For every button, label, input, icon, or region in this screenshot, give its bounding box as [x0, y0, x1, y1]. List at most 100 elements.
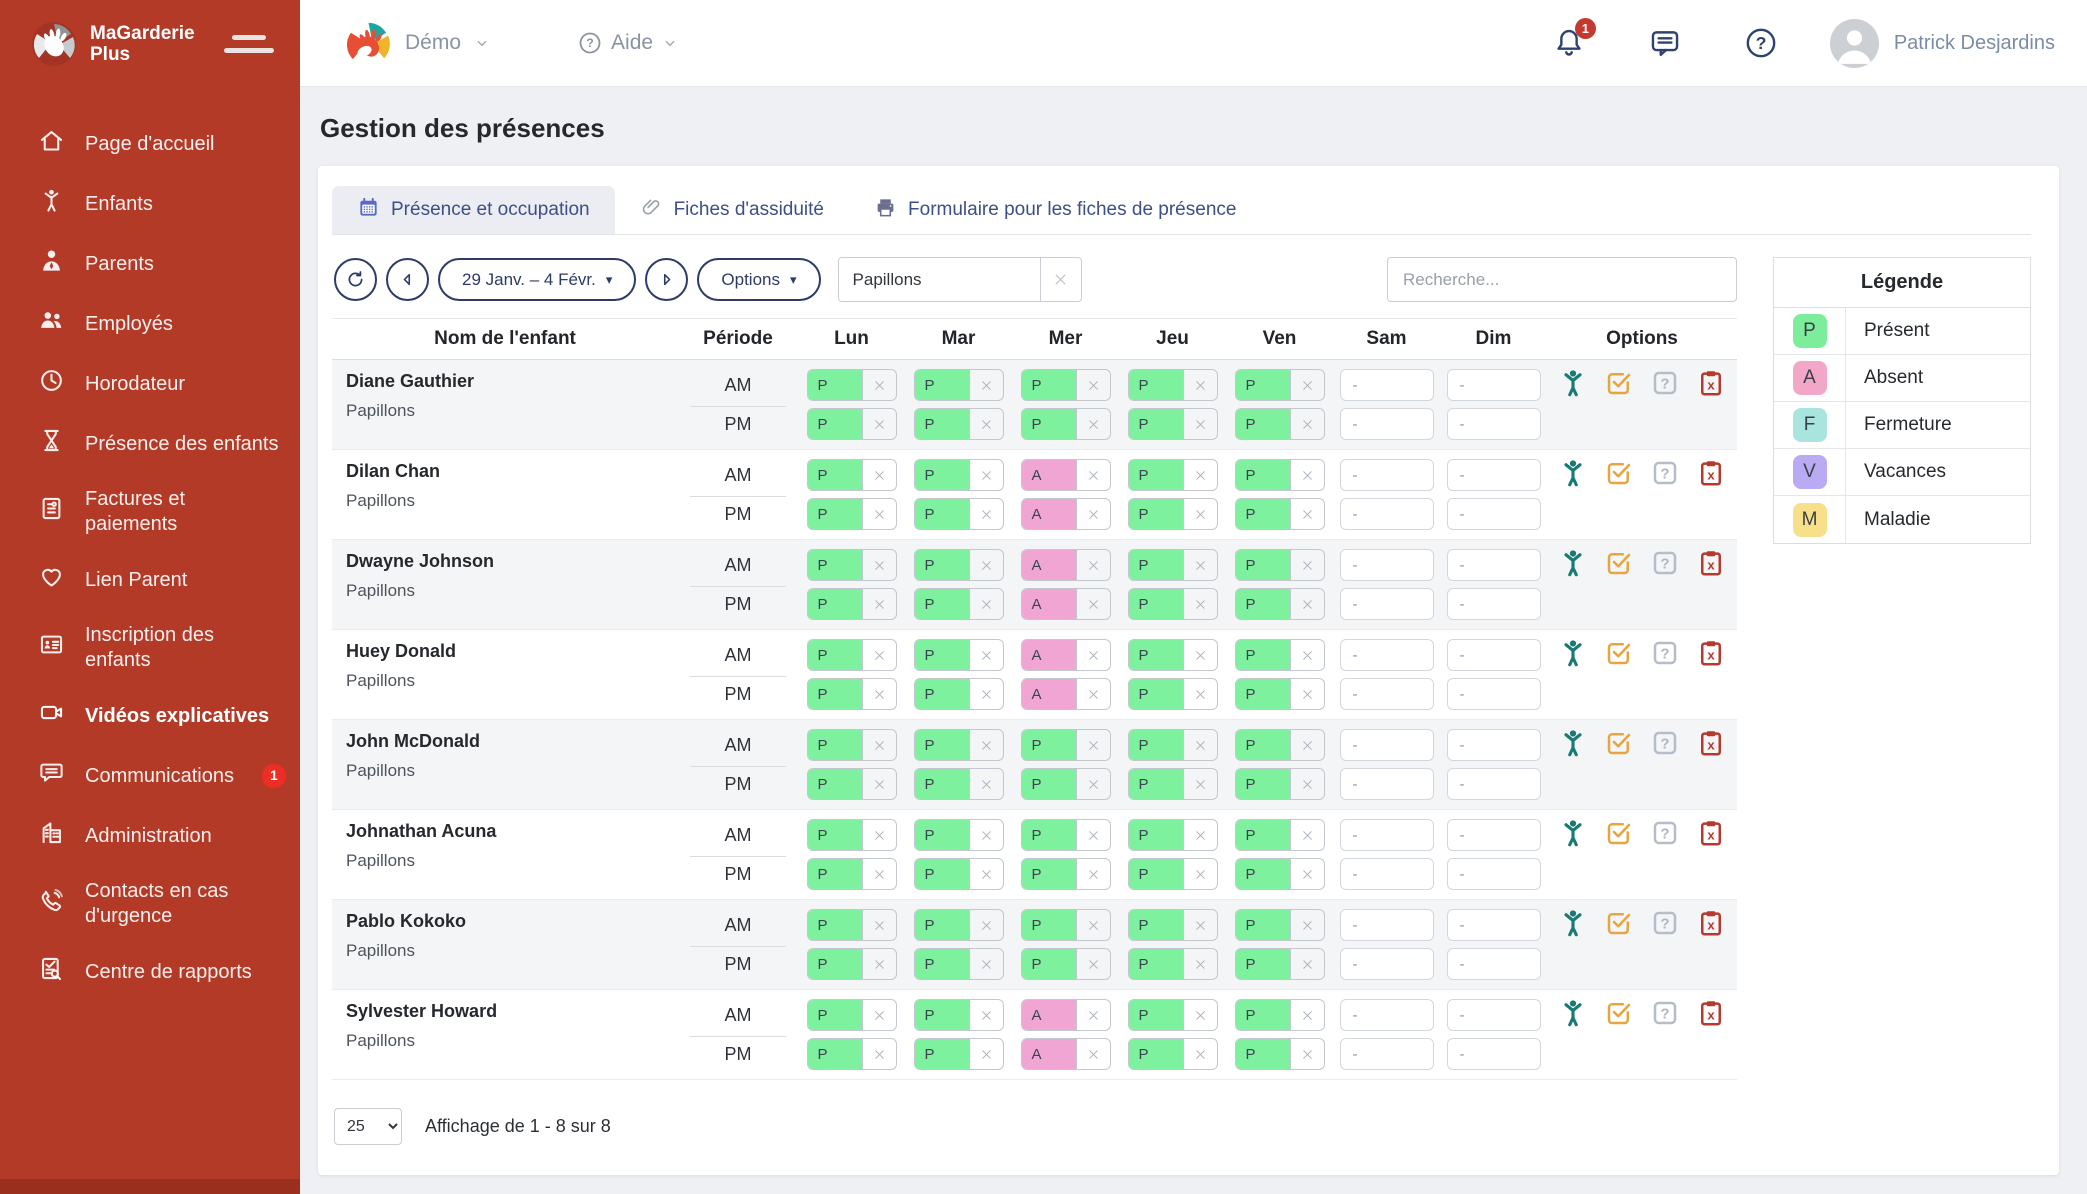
attendance-status-button[interactable]: P [1236, 499, 1290, 529]
clipboard-x-icon[interactable]: x [1696, 458, 1726, 493]
weekend-cell-sam-am[interactable]: - [1340, 909, 1434, 941]
clear-attendance-button[interactable] [969, 460, 1003, 490]
attendance-status-button[interactable]: P [808, 370, 862, 400]
sidebar-item-enfants[interactable]: Enfants [0, 174, 300, 234]
attendance-status-button[interactable]: P [808, 820, 862, 850]
clear-attendance-button[interactable] [1290, 370, 1324, 400]
clear-attendance-button[interactable] [1183, 1000, 1217, 1030]
clear-attendance-button[interactable] [1076, 1000, 1110, 1030]
weekend-cell-sam-pm[interactable]: - [1340, 858, 1434, 890]
weekend-cell-sam-am[interactable]: - [1340, 459, 1434, 491]
next-week-button[interactable] [645, 258, 688, 301]
clear-attendance-button[interactable] [1076, 730, 1110, 760]
attendance-status-button[interactable]: P [808, 949, 862, 979]
weekend-cell-dim-pm[interactable]: - [1447, 948, 1541, 980]
clear-attendance-button[interactable] [1290, 769, 1324, 799]
clear-attendance-button[interactable] [1076, 769, 1110, 799]
clear-attendance-button[interactable] [1183, 550, 1217, 580]
attendance-status-button[interactable]: P [1129, 499, 1183, 529]
attendance-status-button[interactable]: P [1022, 820, 1076, 850]
clipboard-x-icon[interactable]: x [1696, 548, 1726, 583]
weekend-cell-dim-pm[interactable]: - [1447, 588, 1541, 620]
sidebar-item-administration[interactable]: Administration [0, 806, 300, 866]
attendance-status-button[interactable]: P [915, 550, 969, 580]
checkbox-icon[interactable] [1604, 728, 1634, 763]
tab-fiches-d-assiduit[interactable]: Fiches d'assiduité [615, 186, 849, 234]
child-standing-icon[interactable] [1558, 368, 1588, 403]
weekend-cell-sam-am[interactable]: - [1340, 369, 1434, 401]
sidebar-item-parents[interactable]: Parents [0, 234, 300, 294]
attendance-status-button[interactable]: P [915, 460, 969, 490]
attendance-status-button[interactable]: A [1022, 550, 1076, 580]
attendance-status-button[interactable]: P [1236, 640, 1290, 670]
clear-attendance-button[interactable] [1183, 589, 1217, 619]
sidebar-item-horodateur[interactable]: Horodateur [0, 354, 300, 414]
checkbox-icon[interactable] [1604, 548, 1634, 583]
weekend-cell-dim-am[interactable]: - [1447, 999, 1541, 1031]
hamburger-menu-icon[interactable] [222, 29, 276, 59]
messages-icon[interactable] [1648, 26, 1682, 60]
attendance-status-button[interactable]: A [1022, 499, 1076, 529]
question-box-icon[interactable]: ? [1650, 818, 1680, 853]
checkbox-icon[interactable] [1604, 368, 1634, 403]
weekend-cell-sam-pm[interactable]: - [1340, 408, 1434, 440]
clipboard-x-icon[interactable]: x [1696, 728, 1726, 763]
attendance-status-button[interactable]: P [915, 820, 969, 850]
attendance-status-button[interactable]: A [1022, 679, 1076, 709]
clear-attendance-button[interactable] [862, 730, 896, 760]
attendance-status-button[interactable]: P [1022, 730, 1076, 760]
sidebar-item-vid-os-explicatives[interactable]: Vidéos explicatives [0, 686, 300, 746]
attendance-status-button[interactable]: P [1129, 679, 1183, 709]
clear-attendance-button[interactable] [1290, 640, 1324, 670]
clear-attendance-button[interactable] [1290, 949, 1324, 979]
clear-attendance-button[interactable] [1076, 499, 1110, 529]
clear-attendance-button[interactable] [969, 949, 1003, 979]
clear-attendance-button[interactable] [969, 769, 1003, 799]
clipboard-x-icon[interactable]: x [1696, 638, 1726, 673]
attendance-status-button[interactable]: P [808, 730, 862, 760]
clipboard-x-icon[interactable]: x [1696, 818, 1726, 853]
clear-attendance-button[interactable] [1183, 460, 1217, 490]
clear-attendance-button[interactable] [1183, 910, 1217, 940]
help-menu[interactable]: ? Aide [578, 31, 678, 55]
attendance-status-button[interactable]: P [808, 910, 862, 940]
clear-attendance-button[interactable] [969, 640, 1003, 670]
clipboard-x-icon[interactable]: x [1696, 368, 1726, 403]
attendance-status-button[interactable]: A [1022, 640, 1076, 670]
question-box-icon[interactable]: ? [1650, 368, 1680, 403]
weekend-cell-dim-am[interactable]: - [1447, 369, 1541, 401]
attendance-status-button[interactable]: A [1022, 1000, 1076, 1030]
clipboard-x-icon[interactable]: x [1696, 998, 1726, 1033]
weekend-cell-sam-pm[interactable]: - [1340, 768, 1434, 800]
attendance-status-button[interactable]: P [1236, 1000, 1290, 1030]
attendance-status-button[interactable]: P [915, 370, 969, 400]
clear-attendance-button[interactable] [1290, 679, 1324, 709]
clear-attendance-button[interactable] [862, 949, 896, 979]
attendance-status-button[interactable]: P [915, 910, 969, 940]
weekend-cell-dim-pm[interactable]: - [1447, 1038, 1541, 1070]
attendance-status-button[interactable]: P [1022, 949, 1076, 979]
attendance-status-button[interactable]: P [915, 1000, 969, 1030]
attendance-status-button[interactable]: P [915, 589, 969, 619]
weekend-cell-sam-pm[interactable]: - [1340, 1038, 1434, 1070]
attendance-status-button[interactable]: P [808, 499, 862, 529]
clear-attendance-button[interactable] [969, 499, 1003, 529]
question-box-icon[interactable]: ? [1650, 638, 1680, 673]
attendance-status-button[interactable]: P [1236, 679, 1290, 709]
previous-week-button[interactable] [386, 258, 429, 301]
weekend-cell-dim-am[interactable]: - [1447, 639, 1541, 671]
clear-attendance-button[interactable] [969, 730, 1003, 760]
attendance-status-button[interactable]: P [915, 1039, 969, 1069]
question-box-icon[interactable]: ? [1650, 728, 1680, 763]
attendance-status-button[interactable]: P [1236, 550, 1290, 580]
clear-attendance-button[interactable] [862, 769, 896, 799]
attendance-status-button[interactable]: A [1022, 1039, 1076, 1069]
sidebar-item-page-d-accueil[interactable]: Page d'accueil [0, 114, 300, 174]
clear-attendance-button[interactable] [862, 409, 896, 439]
attendance-status-button[interactable]: P [1236, 910, 1290, 940]
attendance-status-button[interactable]: P [1236, 820, 1290, 850]
clear-attendance-button[interactable] [862, 1039, 896, 1069]
tab-pr-sence-et-occupation[interactable]: Présence et occupation [332, 186, 615, 234]
clear-attendance-button[interactable] [1290, 730, 1324, 760]
clear-attendance-button[interactable] [1290, 499, 1324, 529]
